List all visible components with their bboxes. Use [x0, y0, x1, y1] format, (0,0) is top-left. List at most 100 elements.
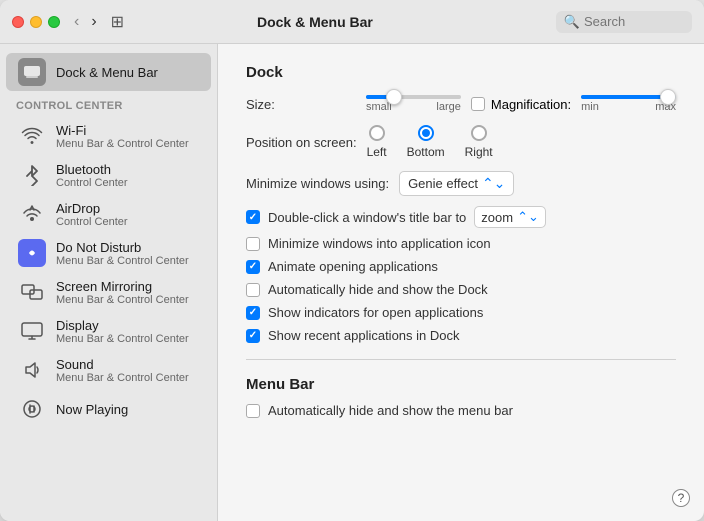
search-input[interactable]: [584, 14, 684, 29]
zoom-arrow-icon: ⌃⌄: [517, 209, 539, 225]
minimize-select[interactable]: Genie effect ⌃⌄: [399, 171, 514, 196]
sound-text-block: Sound Menu Bar & Control Center: [56, 357, 189, 384]
position-left-radio[interactable]: [369, 125, 385, 141]
dnd-sublabel: Menu Bar & Control Center: [56, 255, 189, 267]
search-icon: 🔍: [564, 14, 580, 30]
auto-hide-checkbox[interactable]: [246, 283, 260, 297]
maximize-button[interactable]: [48, 16, 60, 28]
position-left[interactable]: Left: [367, 125, 387, 159]
checkbox-recent[interactable]: Show recent applications in Dock: [246, 328, 676, 343]
sidebar-item-bluetooth[interactable]: Bluetooth Control Center: [6, 156, 211, 194]
sound-label: Sound: [56, 357, 189, 372]
airdrop-text-block: AirDrop Control Center: [56, 201, 128, 228]
position-right[interactable]: Right: [465, 125, 493, 159]
nav-buttons: ‹ ›: [70, 13, 101, 31]
bluetooth-text-block: Bluetooth Control Center: [56, 162, 128, 189]
divider: [246, 359, 676, 360]
recent-label: Show recent applications in Dock: [268, 328, 460, 343]
bluetooth-label: Bluetooth: [56, 162, 128, 177]
size-large-label: large: [436, 101, 460, 113]
forward-button[interactable]: ›: [87, 13, 100, 31]
animate-label: Animate opening applications: [268, 259, 438, 274]
nowplaying-label: Now Playing: [56, 402, 128, 417]
search-box[interactable]: 🔍: [556, 11, 692, 33]
mag-label: Magnification:: [491, 97, 571, 112]
airdrop-icon: [18, 200, 46, 228]
dock-section: Dock Size: small large: [246, 64, 676, 343]
mirror-text-block: Screen Mirroring Menu Bar & Control Cent…: [56, 279, 189, 306]
mag-container: Magnification:: [471, 97, 571, 112]
sidebar-item-dnd[interactable]: Do Not Disturb Menu Bar & Control Center: [6, 234, 211, 272]
wifi-label: Wi-Fi: [56, 123, 189, 138]
dbl-click-label: Double-click a window's title bar to: [268, 210, 466, 225]
zoom-value: zoom: [481, 210, 513, 225]
display-sublabel: Menu Bar & Control Center: [56, 333, 189, 345]
minimize-row: Minimize windows using: Genie effect ⌃⌄: [246, 171, 676, 196]
position-left-label: Left: [367, 145, 387, 159]
position-label: Position on screen:: [246, 135, 357, 150]
mirror-label: Screen Mirroring: [56, 279, 189, 294]
menu-bar-section: Menu Bar Automatically hide and show the…: [246, 376, 676, 418]
main-content: Dock Size: small large: [218, 44, 704, 446]
display-label: Display: [56, 318, 189, 333]
mag-slider-track: [581, 95, 676, 99]
checkbox-minimize-icon[interactable]: Minimize windows into application icon: [246, 236, 676, 251]
sidebar-item-dock[interactable]: Dock & Menu Bar: [6, 53, 211, 91]
sidebar-item-wifi[interactable]: Wi-Fi Menu Bar & Control Center: [6, 117, 211, 155]
dnd-text-block: Do Not Disturb Menu Bar & Control Center: [56, 240, 189, 267]
mag-slider-container: min max: [581, 95, 676, 113]
grid-icon[interactable]: ⊞: [111, 12, 124, 32]
sidebar: Dock & Menu Bar Control Center Wi-Fi Men…: [0, 44, 218, 521]
checkbox-dbl-click[interactable]: Double-click a window's title bar to zoo…: [246, 206, 676, 228]
size-slider-track: [366, 95, 461, 99]
checkbox-menu-bar[interactable]: Automatically hide and show the menu bar: [246, 403, 676, 418]
sidebar-item-nowplaying[interactable]: Now Playing: [6, 390, 211, 428]
mag-slider-thumb[interactable]: [660, 89, 676, 105]
dnd-icon: [18, 239, 46, 267]
checkbox-auto-hide[interactable]: Automatically hide and show the Dock: [246, 282, 676, 297]
sidebar-item-sound[interactable]: Sound Menu Bar & Control Center: [6, 351, 211, 389]
animate-checkbox[interactable]: [246, 260, 260, 274]
position-row: Position on screen: Left Bottom: [246, 125, 676, 159]
position-radio-group: Left Bottom Right: [367, 125, 493, 159]
wifi-text-block: Wi-Fi Menu Bar & Control Center: [56, 123, 189, 150]
minimize-button[interactable]: [30, 16, 42, 28]
sound-icon: [18, 356, 46, 384]
minimize-icon-checkbox[interactable]: [246, 237, 260, 251]
sidebar-item-mirror[interactable]: Screen Mirroring Menu Bar & Control Cent…: [6, 273, 211, 311]
dock-icon: [18, 58, 46, 86]
minimize-icon-label: Minimize windows into application icon: [268, 236, 491, 251]
recent-checkbox[interactable]: [246, 329, 260, 343]
position-right-radio[interactable]: [471, 125, 487, 141]
nowplaying-text-block: Now Playing: [56, 402, 128, 417]
indicators-checkbox[interactable]: [246, 306, 260, 320]
menu-bar-checkbox[interactable]: [246, 404, 260, 418]
wifi-icon: [18, 122, 46, 150]
bluetooth-sublabel: Control Center: [56, 177, 128, 189]
mag-checkbox[interactable]: [471, 97, 485, 111]
display-icon: [18, 317, 46, 345]
size-slider-labels: small large: [366, 101, 461, 113]
position-bottom-radio[interactable]: [418, 125, 434, 141]
main-wrapper: Dock Size: small large: [218, 44, 704, 521]
sidebar-item-airdrop[interactable]: AirDrop Control Center: [6, 195, 211, 233]
checkbox-indicators[interactable]: Show indicators for open applications: [246, 305, 676, 320]
help-button[interactable]: ?: [672, 489, 690, 507]
system-preferences-window: ‹ › ⊞ Dock & Menu Bar 🔍 Dock & Menu Ba: [0, 0, 704, 521]
indicators-label: Show indicators for open applications: [268, 305, 483, 320]
size-label: Size:: [246, 97, 356, 112]
checkbox-animate[interactable]: Animate opening applications: [246, 259, 676, 274]
dbl-click-checkbox[interactable]: [246, 210, 260, 224]
zoom-select[interactable]: zoom ⌃⌄: [474, 206, 546, 228]
position-bottom-label: Bottom: [407, 145, 445, 159]
sidebar-item-display[interactable]: Display Menu Bar & Control Center: [6, 312, 211, 350]
close-button[interactable]: [12, 16, 24, 28]
position-bottom[interactable]: Bottom: [407, 125, 445, 159]
back-button[interactable]: ‹: [70, 13, 83, 31]
size-row: Size: small large: [246, 95, 676, 113]
content-area: Dock & Menu Bar Control Center Wi-Fi Men…: [0, 44, 704, 521]
position-bottom-dot: [422, 129, 430, 137]
dnd-label: Do Not Disturb: [56, 240, 189, 255]
minimize-label: Minimize windows using:: [246, 176, 389, 191]
size-slider-thumb[interactable]: [386, 89, 402, 105]
